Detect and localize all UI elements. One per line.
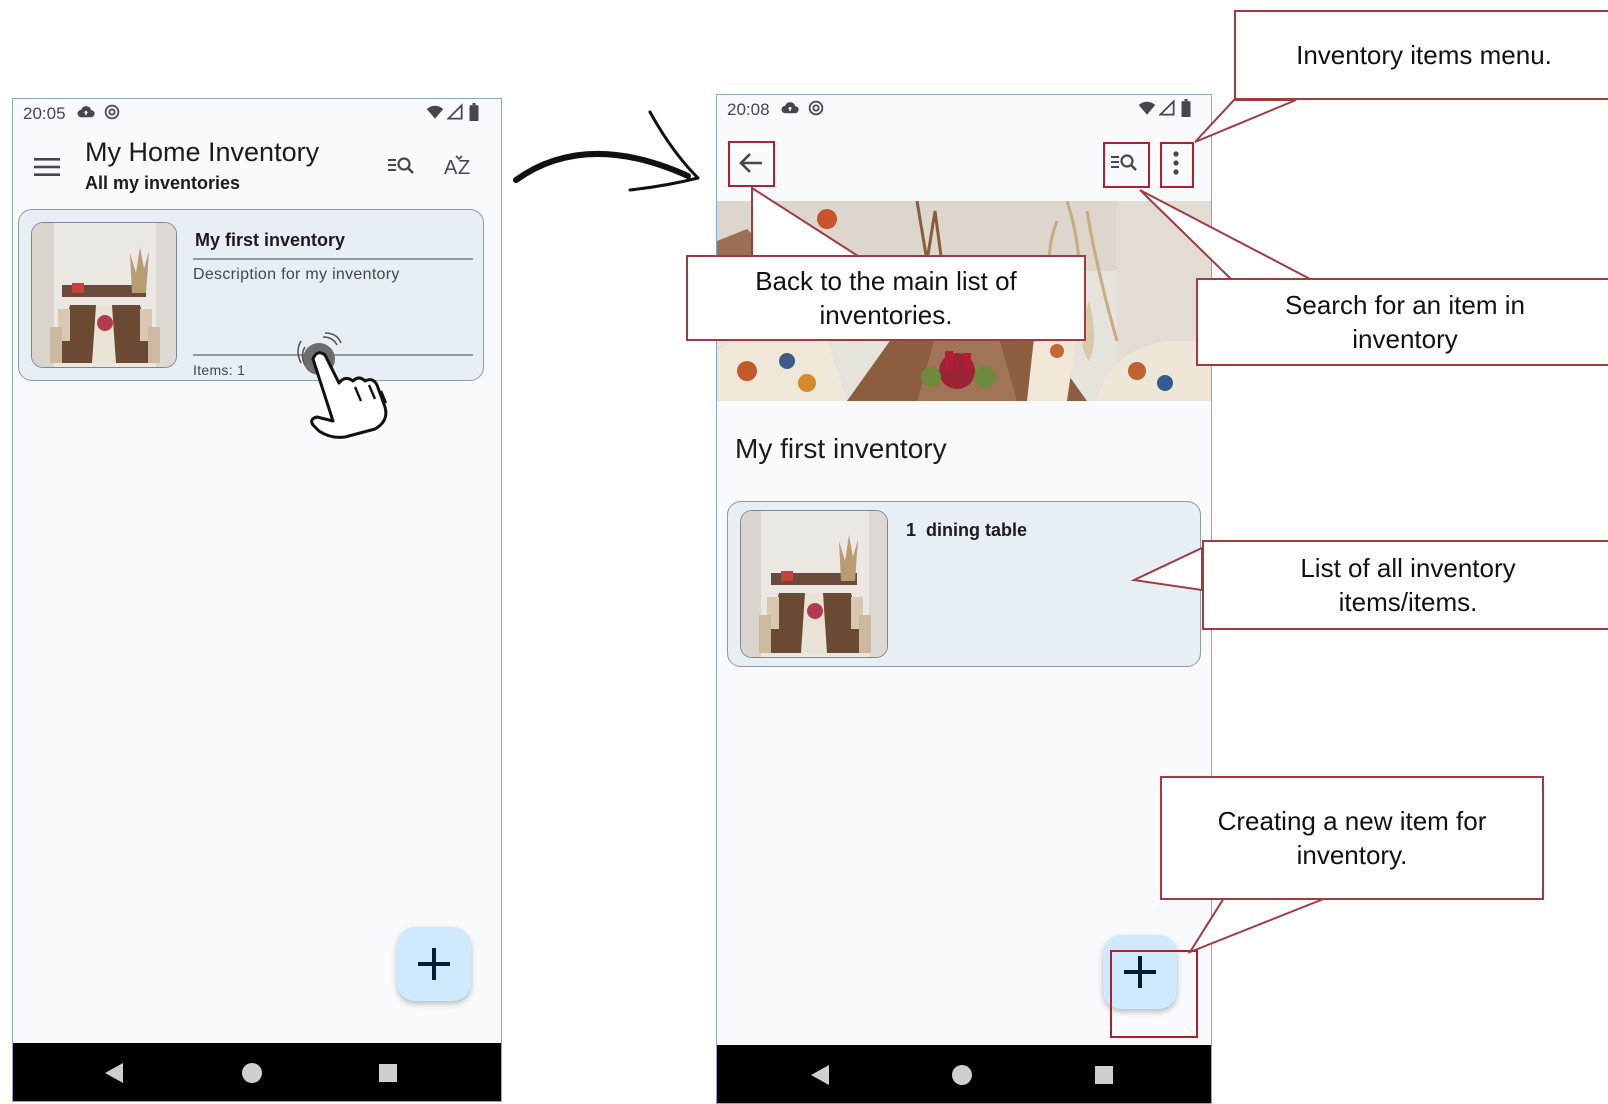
signal-icon (447, 103, 463, 120)
cloud-upload-icon (781, 102, 799, 114)
system-nav-bar (717, 1045, 1211, 1103)
item-quantity: 1 (906, 520, 917, 540)
signal-icon (1159, 99, 1175, 116)
back-triangle-icon[interactable] (103, 1062, 125, 1084)
status-time: 20:08 (727, 100, 770, 119)
arrow-back-icon[interactable] (731, 143, 771, 183)
inventory-card-description: Description for my inventory (193, 266, 400, 283)
back-triangle-icon[interactable] (809, 1064, 831, 1086)
sync-icon (104, 104, 120, 120)
more-vert-icon[interactable] (1161, 145, 1191, 181)
app-title: My Home Inventory (85, 137, 320, 167)
recents-square-icon[interactable] (1093, 1064, 1115, 1086)
battery-icon (1181, 99, 1191, 117)
item-name: dining table (926, 520, 1027, 540)
callout-list: List of all inventory items/items. (1202, 540, 1608, 630)
main-inventory-screen: 20:05 My Home Inventory All my inventori… (12, 98, 502, 1102)
plus-icon (418, 948, 450, 980)
home-circle-icon[interactable] (951, 1064, 973, 1086)
inventory-item-card[interactable]: 1 dining table (727, 501, 1201, 667)
cloud-upload-icon (77, 106, 95, 118)
callout-create: Creating a new item for inventory. (1160, 776, 1544, 900)
add-item-button[interactable] (1103, 935, 1177, 1009)
status-bar: 20:08 (717, 95, 1211, 123)
battery-icon (469, 103, 479, 121)
search-list-icon[interactable] (383, 147, 419, 183)
wifi-icon (426, 105, 444, 119)
svg-text:A: A (444, 157, 458, 178)
menu-icon[interactable] (29, 149, 65, 185)
sort-az-icon[interactable]: AZ (439, 145, 479, 185)
inventory-card-title: My first inventory (195, 230, 346, 250)
dining-room-photo (741, 511, 887, 657)
inventory-name-heading: My first inventory (735, 433, 947, 464)
inventory-card-count: Items: 1 (193, 362, 246, 378)
app-subtitle: All my inventories (85, 173, 241, 193)
inventory-thumbnail (31, 222, 177, 368)
dining-room-photo (32, 223, 176, 367)
tap-hand-icon (297, 332, 388, 439)
plus-icon (1124, 956, 1156, 988)
card-title-divider (193, 258, 473, 260)
status-time: 20:05 (23, 104, 66, 123)
callout-back: Back to the main list of inventories. (686, 255, 1086, 341)
home-circle-icon[interactable] (241, 1062, 263, 1084)
recents-square-icon[interactable] (377, 1062, 399, 1084)
inventory-card[interactable]: My first inventory Description for my in… (18, 209, 484, 381)
add-inventory-button[interactable] (397, 927, 471, 1001)
item-thumbnail (740, 510, 888, 658)
inventory-detail-screen: 20:08 My first inventory 1 dining table (716, 94, 1212, 1104)
callout-menu: Inventory items menu. (1234, 10, 1608, 100)
sync-icon (808, 100, 824, 116)
status-bar: 20:05 (13, 99, 501, 127)
wifi-icon (1138, 101, 1156, 115)
search-list-icon[interactable] (1105, 145, 1143, 179)
svg-text:Z: Z (458, 157, 470, 178)
system-nav-bar (13, 1043, 501, 1101)
callout-search: Search for an item in inventory (1196, 278, 1608, 366)
